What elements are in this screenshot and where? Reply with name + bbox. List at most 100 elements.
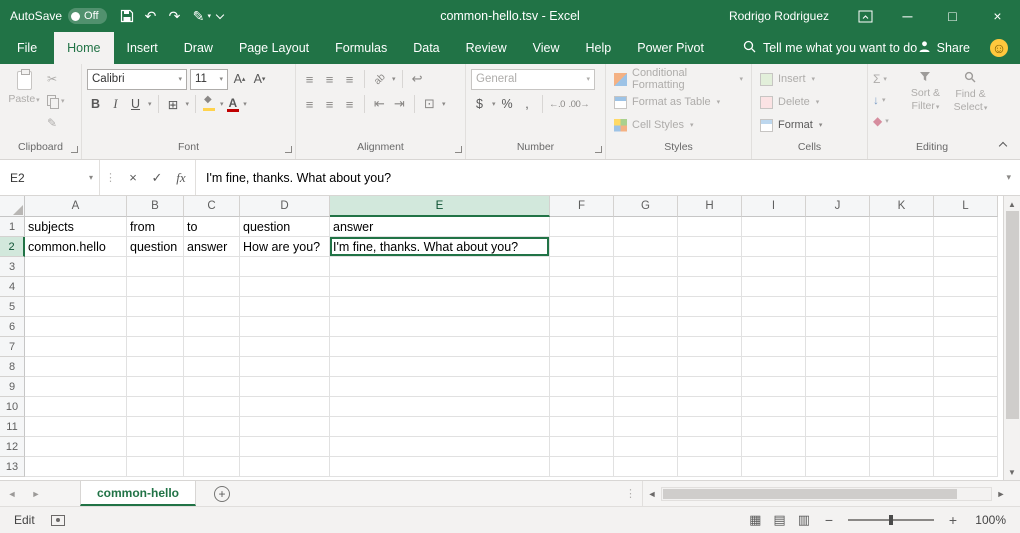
column-header-E[interactable]: E: [330, 196, 550, 217]
tab-insert[interactable]: Insert: [114, 32, 171, 64]
cell-I7[interactable]: [742, 337, 806, 357]
row-header-4[interactable]: 4: [0, 277, 25, 297]
cell-J6[interactable]: [806, 317, 870, 337]
row-header-12[interactable]: 12: [0, 437, 25, 457]
cell-G8[interactable]: [614, 357, 678, 377]
cell-D7[interactable]: [240, 337, 330, 357]
cell-C2[interactable]: answer: [184, 237, 240, 257]
cell-B3[interactable]: [127, 257, 184, 277]
cell-H7[interactable]: [678, 337, 742, 357]
pen-dropdown-icon[interactable]: ▾: [208, 12, 212, 20]
cell-L6[interactable]: [934, 317, 998, 337]
increase-indent-icon[interactable]: ⇥: [391, 94, 408, 114]
cell-D5[interactable]: [240, 297, 330, 317]
number-dialog-launcher-icon[interactable]: [595, 146, 602, 153]
cell-C4[interactable]: [184, 277, 240, 297]
zoom-out-icon[interactable]: −: [822, 512, 836, 528]
borders-icon[interactable]: ⊞: [165, 94, 182, 114]
tab-data[interactable]: Data: [400, 32, 452, 64]
sheet-nav-right-icon[interactable]: ►: [24, 481, 48, 506]
column-header-J[interactable]: J: [806, 196, 870, 217]
fill-button[interactable]: ↓▾: [873, 91, 901, 109]
cell-B12[interactable]: [127, 437, 184, 457]
decrease-decimal-icon[interactable]: .00→: [569, 94, 590, 114]
tab-power-pivot[interactable]: Power Pivot: [624, 32, 717, 64]
normal-view-icon[interactable]: ▦: [749, 512, 761, 528]
sort-filter-button[interactable]: Sort & Filter▾: [905, 68, 946, 141]
cell-C9[interactable]: [184, 377, 240, 397]
cell-J11[interactable]: [806, 417, 870, 437]
share-button[interactable]: Share: [918, 40, 970, 56]
wrap-text-icon[interactable]: ↩: [409, 69, 426, 89]
cell-H11[interactable]: [678, 417, 742, 437]
column-header-G[interactable]: G: [614, 196, 678, 217]
cell-F12[interactable]: [550, 437, 614, 457]
align-left-icon[interactable]: ≡: [301, 94, 318, 114]
cell-H8[interactable]: [678, 357, 742, 377]
cell-I9[interactable]: [742, 377, 806, 397]
font-size-select[interactable]: 11▾: [190, 69, 228, 90]
tab-review[interactable]: Review: [453, 32, 520, 64]
cell-F1[interactable]: [550, 217, 614, 237]
cell-F3[interactable]: [550, 257, 614, 277]
cell-F4[interactable]: [550, 277, 614, 297]
cell-D10[interactable]: [240, 397, 330, 417]
cell-B6[interactable]: [127, 317, 184, 337]
orientation-icon[interactable]: ab: [366, 66, 392, 92]
cell-H2[interactable]: [678, 237, 742, 257]
cell-A6[interactable]: [25, 317, 127, 337]
tab-draw[interactable]: Draw: [171, 32, 226, 64]
fill-color-icon[interactable]: [202, 97, 216, 111]
cell-E6[interactable]: [330, 317, 550, 337]
zoom-in-icon[interactable]: +: [946, 512, 960, 528]
cell-K9[interactable]: [870, 377, 934, 397]
cell-L1[interactable]: [934, 217, 998, 237]
decrease-indent-icon[interactable]: ⇤: [371, 94, 388, 114]
cell-D8[interactable]: [240, 357, 330, 377]
cell-F7[interactable]: [550, 337, 614, 357]
cell-I12[interactable]: [742, 437, 806, 457]
column-header-L[interactable]: L: [934, 196, 998, 217]
align-middle-icon[interactable]: ≡: [321, 69, 338, 89]
row-header-9[interactable]: 9: [0, 377, 25, 397]
cell-B11[interactable]: [127, 417, 184, 437]
zoom-slider-thumb[interactable]: [889, 515, 893, 525]
cell-B8[interactable]: [127, 357, 184, 377]
cell-D2[interactable]: How are you?: [240, 237, 330, 257]
font-name-select[interactable]: Calibri▾: [87, 69, 187, 90]
cell-F5[interactable]: [550, 297, 614, 317]
cell-I4[interactable]: [742, 277, 806, 297]
cell-C7[interactable]: [184, 337, 240, 357]
cell-B4[interactable]: [127, 277, 184, 297]
align-bottom-icon[interactable]: ≡: [341, 69, 358, 89]
cell-C11[interactable]: [184, 417, 240, 437]
cell-L2[interactable]: [934, 237, 998, 257]
cell-K2[interactable]: [870, 237, 934, 257]
tab-home[interactable]: Home: [54, 32, 113, 64]
autosave-toggle[interactable]: Off: [68, 8, 106, 24]
cell-I11[interactable]: [742, 417, 806, 437]
insert-function-button[interactable]: fx: [169, 170, 193, 186]
paste-button[interactable]: Paste▾: [5, 68, 43, 141]
select-all-button[interactable]: [0, 196, 25, 217]
collapse-ribbon-icon[interactable]: [996, 137, 1010, 151]
cell-H10[interactable]: [678, 397, 742, 417]
name-box[interactable]: E2 ▾: [0, 160, 100, 195]
cell-A2[interactable]: common.hello: [25, 237, 127, 257]
horizontal-scroll-track[interactable]: [661, 487, 992, 501]
cell-G12[interactable]: [614, 437, 678, 457]
cell-J2[interactable]: [806, 237, 870, 257]
cell-J4[interactable]: [806, 277, 870, 297]
cell-E2[interactable]: I'm fine, thanks. What about you?: [330, 237, 550, 257]
cell-G5[interactable]: [614, 297, 678, 317]
tab-view[interactable]: View: [520, 32, 573, 64]
cell-L3[interactable]: [934, 257, 998, 277]
comma-style-button[interactable]: ,: [519, 94, 536, 114]
column-header-A[interactable]: A: [25, 196, 127, 217]
percent-style-button[interactable]: %: [499, 94, 516, 114]
cell-K3[interactable]: [870, 257, 934, 277]
cell-D12[interactable]: [240, 437, 330, 457]
autosave-control[interactable]: AutoSave Off: [10, 8, 107, 24]
delete-cells-button[interactable]: Delete▾: [757, 91, 862, 113]
italic-button[interactable]: I: [107, 94, 124, 114]
